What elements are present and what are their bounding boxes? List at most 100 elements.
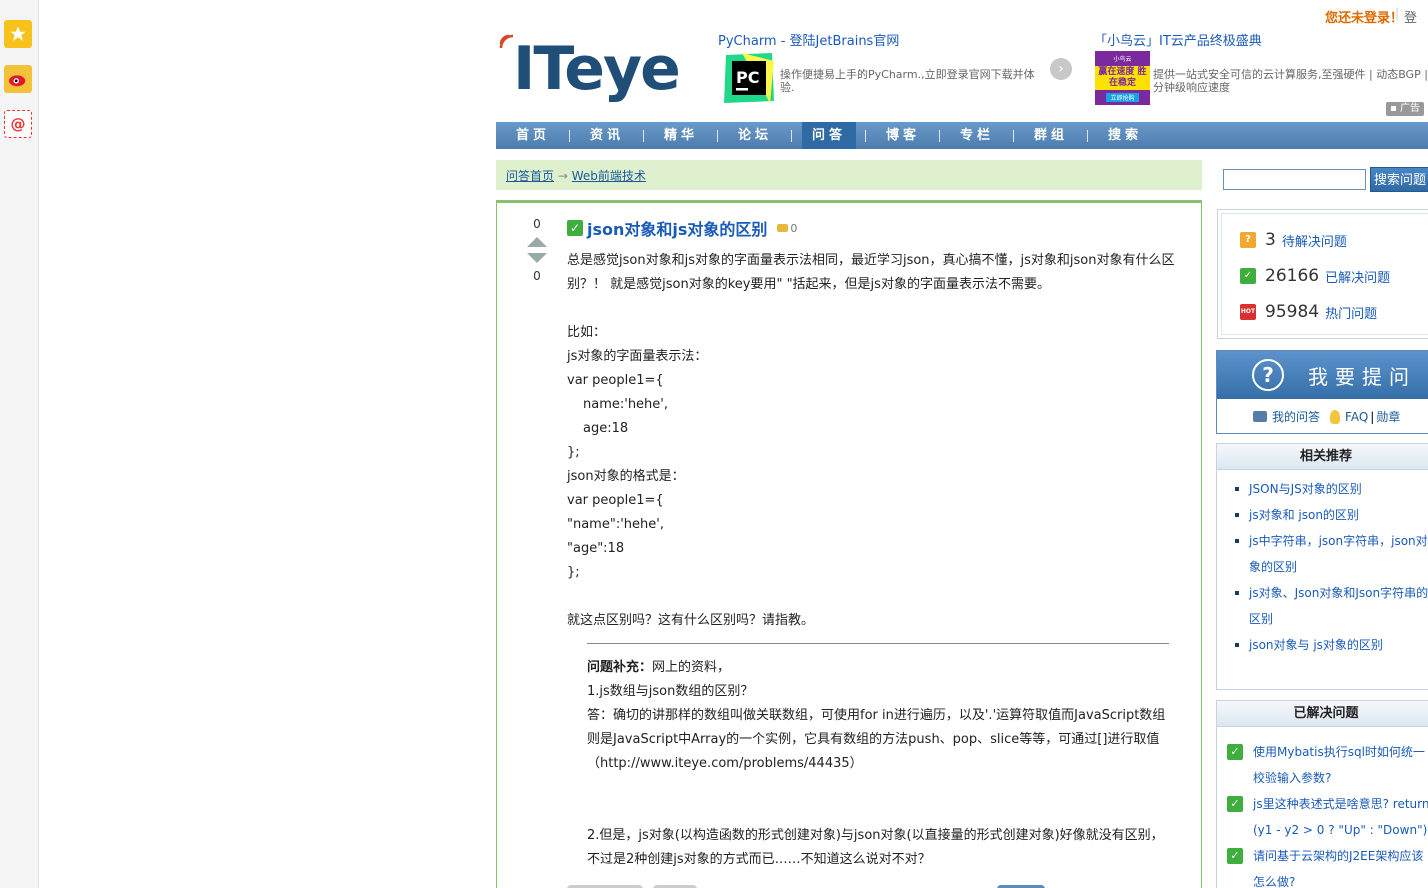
nav-forum[interactable]: 论坛 (728, 122, 782, 149)
code-line: "name":'hehe', (567, 517, 664, 532)
nav-home[interactable]: 首页 (506, 122, 560, 149)
question-title[interactable]: json对象和js对象的区别 (587, 216, 767, 240)
nav-separator (717, 130, 718, 142)
question-stats-inner: ? 3 待解决问题 ✓ 26166 已解决问题 HOT 95984 热门问题 (1221, 213, 1428, 335)
resolved-item[interactable]: ✓ js里这种表述式是啥意思? return (y1 - y2 > 0 ? "Up… (1227, 791, 1428, 843)
resolved-item[interactable]: ✓ 请问基于云架构的J2EE架构应该怎么做? (1227, 843, 1428, 888)
check-icon: ✓ (1240, 268, 1256, 284)
related-item[interactable]: js对象、Json对象和Json字符串的区别 (1235, 580, 1428, 632)
search-input[interactable] (1223, 169, 1366, 190)
nav-featured[interactable]: 精华 (654, 122, 708, 149)
question-supplement: 问题补充：网上的资料， 1.js数组与json数组的区别？ 答：确切的讲那样的数… (587, 643, 1169, 872)
nav-news[interactable]: 资讯 (580, 122, 634, 149)
supplement-line: 答：确切的讲那样的数组叫做关联数组，可使用for in进行遍历，以及'.'运算符… (587, 708, 1166, 771)
resolved-item-text[interactable]: js里这种表述式是啥意思? return (y1 - y2 > 0 ? "Up"… (1253, 797, 1428, 837)
favorite-star-icon[interactable] (4, 20, 32, 48)
question-mark-icon: ? (1252, 359, 1284, 391)
code-line: "age":18 (567, 541, 625, 556)
resolved-item-text[interactable]: 使用Mybatis执行sql时如何统一校验输入参数? (1253, 745, 1425, 785)
stat-resolved-label[interactable]: 已解决问题 (1325, 267, 1390, 286)
resolved-title: 已解决问题 (1217, 701, 1428, 727)
link-separator: | (1370, 409, 1375, 424)
ad2-brand: 小鸟云 (1113, 56, 1132, 63)
login-link[interactable]: 登 (1404, 7, 1417, 26)
weibo-icon[interactable] (4, 65, 32, 93)
question-panel: 0 0 ✓ json对象和js对象的区别 0 总是感觉json对象和js对象的字… (496, 200, 1202, 888)
email-icon[interactable]: @ (4, 110, 32, 138)
resolved-item-text[interactable]: 请问基于云架构的J2EE架构应该怎么做? (1253, 849, 1423, 888)
my-questions-link[interactable]: 我的问答 (1272, 408, 1320, 425)
nav-blog[interactable]: 博客 (876, 122, 930, 149)
nav-qa[interactable]: 问答 (802, 122, 856, 149)
question-title-row: ✓ json对象和js对象的区别 0 (567, 216, 797, 240)
resolved-item[interactable]: ✓ 使用Mybatis执行sql时如何统一校验输入参数? (1227, 739, 1428, 791)
breadcrumb-category[interactable]: Web前端技术 (572, 169, 646, 183)
iteye-logo[interactable]: ITeye (499, 34, 695, 104)
supplement-line: 1.js数组与json数组的区别？ (587, 684, 754, 699)
supplement-line: 2.但是，js对象(以构造函数的形式创建对象)与json对象(以直接量的形式创建… (587, 828, 1164, 867)
xiaoniaoyun-ad-image[interactable]: 小鸟云 赢在速度 胜在稳定 立即抢购 (1095, 51, 1150, 105)
stat-pending[interactable]: ? 3 待解决问题 (1240, 230, 1347, 250)
faq-link[interactable]: FAQ (1345, 410, 1368, 424)
question-paragraph: 总是感觉json对象和js对象的字面量表示法相同，最近学习json，真心搞不懂，… (567, 253, 1175, 292)
check-icon: ✓ (1227, 848, 1243, 864)
question-reward-value: 0 (790, 221, 798, 235)
vote-down-count: 0 (533, 269, 541, 283)
code-line: age:18 (583, 421, 629, 436)
related-item[interactable]: JSON与JS对象的区别 (1235, 476, 1428, 502)
nav-column[interactable]: 专栏 (950, 122, 1004, 149)
related-item[interactable]: json对象与 js对象的区别 (1235, 632, 1428, 658)
nav-search[interactable]: 搜索 (1098, 122, 1152, 149)
breadcrumb-home[interactable]: 问答首页 (506, 169, 554, 183)
question-line: 比如： (567, 325, 607, 340)
camera-icon: ▪ (1390, 103, 1397, 114)
pycharm-icon-text: PC (736, 68, 759, 87)
vote-down-arrow-icon[interactable] (527, 253, 547, 263)
stat-hot[interactable]: HOT 95984 热门问题 (1240, 302, 1377, 322)
stat-resolved-count: 26166 (1265, 266, 1320, 286)
chevron-right-icon[interactable]: › (1050, 58, 1072, 80)
nav-separator (865, 130, 866, 142)
code-line: }; (567, 445, 580, 460)
ad-pycharm-title[interactable]: PyCharm - 登陆JetBrains官网 (718, 30, 899, 49)
stat-pending-label[interactable]: 待解决问题 (1282, 231, 1347, 250)
login-separator: | (1395, 6, 1400, 20)
vote-up-arrow-icon[interactable] (527, 237, 547, 247)
stat-hot-count: 95984 (1265, 302, 1320, 322)
ask-links: 我的问答 FAQ | 勋章 (1253, 408, 1400, 425)
question-body: 总是感觉json对象和js对象的字面量表示法相同，最近学习json，真心搞不懂，… (567, 249, 1177, 633)
vote-widget: 0 0 (525, 217, 549, 283)
pycharm-icon[interactable]: PC (722, 51, 776, 105)
nav-separator (569, 130, 570, 142)
stat-resolved[interactable]: ✓ 26166 已解决问题 (1240, 266, 1390, 286)
login-tip: 您还未登录！ (1325, 11, 1404, 26)
ad-xiaoniaoyun-title[interactable]: 「小鸟云」IT云产品终极盛典 (1094, 30, 1262, 49)
chat-icon (1253, 411, 1267, 422)
search-button[interactable]: 搜索问题 (1370, 167, 1428, 192)
resolved-list: ✓ 使用Mybatis执行sql时如何统一校验输入参数? ✓ js里这种表述式是啥意… (1217, 727, 1428, 888)
check-icon: ✓ (1227, 744, 1243, 760)
nav-separator (939, 130, 940, 142)
related-item[interactable]: js对象和 json的区别 (1235, 502, 1428, 528)
medals-link[interactable]: 勋章 (1376, 408, 1400, 425)
related-item[interactable]: js中字符串，json字符串，json对象的区别 (1235, 528, 1428, 580)
stat-hot-label[interactable]: 热门问题 (1325, 303, 1377, 322)
check-icon: ✓ (1227, 796, 1243, 812)
logo-text: ITeye (513, 34, 681, 104)
vote-up-count: 0 (533, 217, 541, 231)
coin-icon (777, 224, 789, 232)
nav-groups[interactable]: 群组 (1024, 122, 1078, 149)
ad-badge-label: 广告 (1399, 103, 1420, 114)
related-recommendations: 相关推荐 JSON与JS对象的区别 js对象和 json的区别 js中字符串，j… (1216, 443, 1428, 690)
supplement-intro: 网上的资料， (652, 660, 731, 675)
ad-xiaoniaoyun-desc[interactable]: 提供一站式安全可信的云计算服务,至强硬件 | 动态BGP | 分钟级响应速度 (1153, 68, 1428, 94)
related-list: JSON与JS对象的区别 js对象和 json的区别 js中字符串，json字符… (1217, 470, 1428, 658)
resolved-check-icon: ✓ (567, 220, 583, 236)
question-line: json对象的格式是： (567, 469, 685, 484)
ad2-slogan: 赢在速度 胜在稳定 (1095, 66, 1150, 90)
ad-pycharm-desc[interactable]: 操作便捷易上手的PyCharm.,立即登录官网下载并体验. (780, 68, 1042, 94)
resolved-questions: 已解决问题 ✓ 使用Mybatis执行sql时如何统一校验输入参数? ✓ js里这种… (1216, 700, 1428, 888)
ask-question-button[interactable]: ? 我要提问 (1217, 351, 1428, 399)
ad-badge: ▪ 广告 (1386, 102, 1424, 116)
breadcrumb-arrow: → (557, 169, 568, 183)
